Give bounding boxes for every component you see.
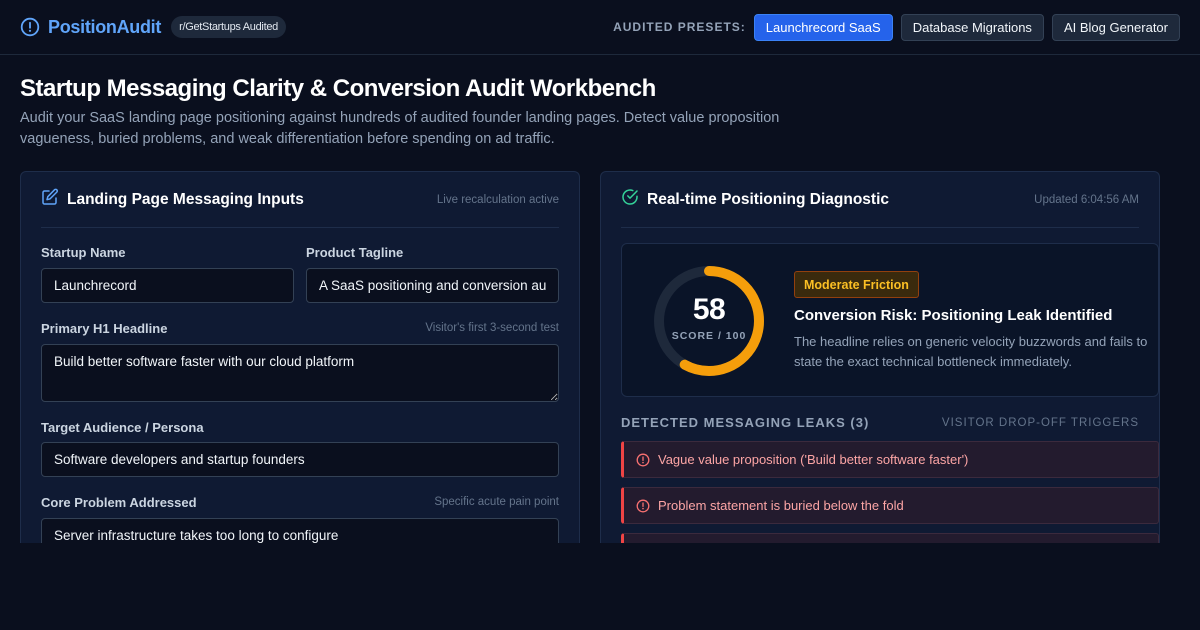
headline-label: Primary H1 Headline <box>41 321 168 336</box>
preset-database-migrations-button[interactable]: Database Migrations <box>900 13 1044 41</box>
updated-timestamp: Updated 6:04:56 AM <box>1034 193 1139 206</box>
alert-circle-icon <box>636 499 650 513</box>
headline-hint: Visitor's first 3-second test <box>425 322 559 334</box>
startup-name-input[interactable] <box>41 268 294 303</box>
leak-item[interactable]: Problem statement is buried below the fo… <box>621 487 1159 524</box>
problem-label: Core Problem Addressed <box>41 495 197 510</box>
brand[interactable]: PositionAudit r/GetStartups Audited <box>20 16 286 38</box>
audience-input[interactable] <box>41 442 559 477</box>
leaks-heading: DETECTED MESSAGING LEAKS (3) <box>621 415 870 430</box>
diagnostic-panel-title-group: Real-time Positioning Diagnostic <box>621 188 889 211</box>
risk-description: The headline relies on generic velocity … <box>794 334 1148 369</box>
startup-name-label: Startup Name <box>41 245 126 260</box>
score-caption: SCORE / 100 <box>671 330 747 342</box>
positioning-diagnostic-panel: Real-time Positioning Diagnostic Updated… <box>600 171 1160 543</box>
preset-switcher: AUDITED PRESETS: Launchrecord SaaS Datab… <box>613 13 1180 41</box>
leak-item[interactable]: Vague value proposition ('Build better s… <box>621 441 1159 478</box>
brand-name: PositionAudit <box>48 16 162 37</box>
messaging-inputs-panel: Landing Page Messaging Inputs Live recal… <box>20 171 580 543</box>
presets-label: AUDITED PRESETS: <box>613 20 746 34</box>
risk-title: Conversion Risk: Positioning Leak Identi… <box>794 307 1113 324</box>
page-title: Startup Messaging Clarity & Conversion A… <box>20 75 656 102</box>
inputs-panel-title-group: Landing Page Messaging Inputs <box>41 188 304 211</box>
tagline-input[interactable] <box>306 268 559 303</box>
audited-badge: r/GetStartups Audited <box>171 16 286 38</box>
inputs-panel-header: Landing Page Messaging Inputs Live recal… <box>41 172 559 228</box>
problem-textarea[interactable]: Server infrastructure takes too long to … <box>41 518 559 543</box>
top-bar: PositionAudit r/GetStartups Audited AUDI… <box>0 0 1200 55</box>
leak-item[interactable] <box>621 533 1159 543</box>
leak-text: Problem statement is buried below the fo… <box>658 498 904 513</box>
edit-icon <box>41 188 59 211</box>
diagnostic-panel-title: Real-time Positioning Diagnostic <box>647 190 889 208</box>
alert-circle-icon <box>636 453 650 467</box>
page-subtitle: Audit your SaaS landing page positioning… <box>20 110 780 147</box>
diagnostic-panel-header: Real-time Positioning Diagnostic Updated… <box>621 172 1139 228</box>
risk-level-badge: Moderate Friction <box>794 271 919 298</box>
preset-ai-blog-generator-button[interactable]: AI Blog Generator <box>1051 13 1180 41</box>
tagline-label: Product Tagline <box>306 245 404 260</box>
live-recalc-status: Live recalculation active <box>436 193 559 206</box>
problem-hint: Specific acute pain point <box>434 496 559 508</box>
leak-text: Vague value proposition ('Build better s… <box>658 452 969 467</box>
alert-circle-icon <box>20 17 40 37</box>
score-card: 58 SCORE / 100 Moderate Friction Convers… <box>621 243 1159 397</box>
leaks-meta: VISITOR DROP-OFF TRIGGERS <box>941 417 1139 429</box>
preset-launchrecord-button[interactable]: Launchrecord SaaS <box>753 13 893 41</box>
headline-textarea[interactable]: Build better software faster with our cl… <box>41 344 559 402</box>
inputs-panel-title: Landing Page Messaging Inputs <box>67 190 304 208</box>
audience-label: Target Audience / Persona <box>41 420 204 435</box>
score-value: 58 <box>692 293 726 326</box>
check-circle-icon <box>621 188 639 211</box>
